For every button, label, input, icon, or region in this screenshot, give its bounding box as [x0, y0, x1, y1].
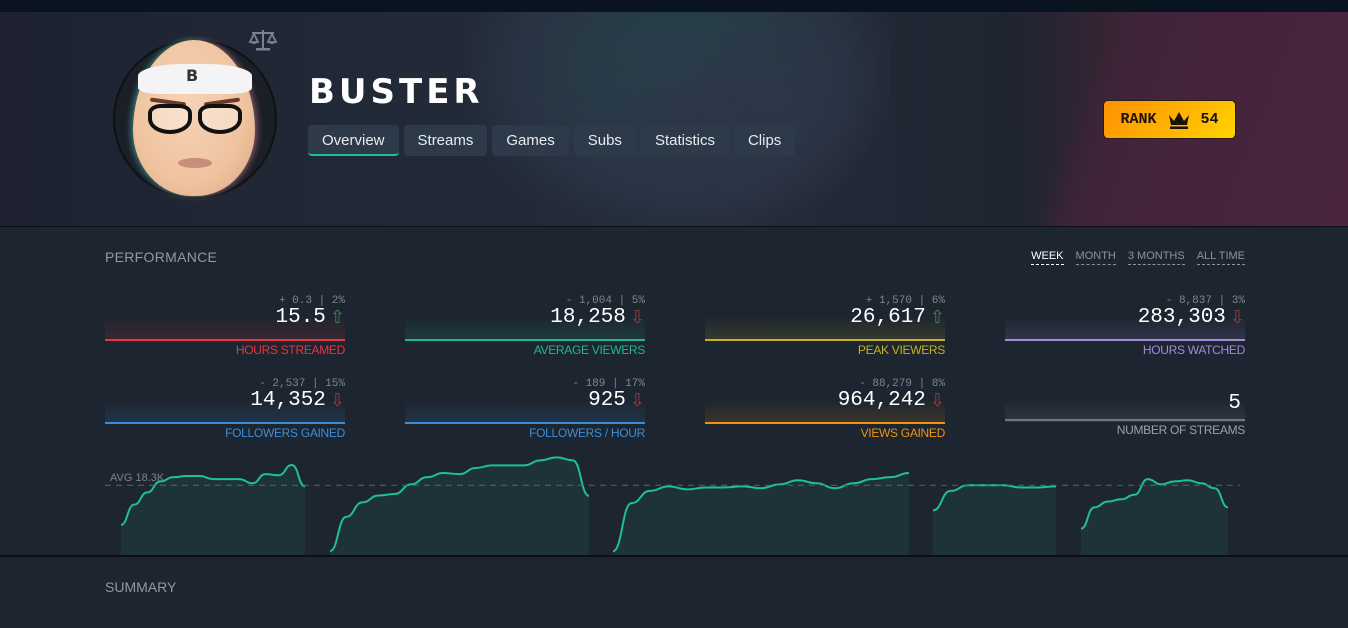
channel-name: BUSTER	[309, 72, 484, 112]
stat-underline	[1005, 419, 1245, 421]
glass-right	[198, 104, 242, 134]
stat-card: - 189 | 17% 925 ⇩ FOLLOWERS / HOUR	[405, 378, 645, 440]
stat-underline	[105, 339, 345, 341]
stat-card: - 2,537 | 15% 14,352 ⇩ FOLLOWERS GAINED	[105, 378, 345, 440]
stat-value: 925 ⇩	[588, 389, 645, 412]
avatar-letter: B	[186, 66, 199, 85]
avatar-mouth	[178, 158, 212, 168]
stat-card: + 0.3 | 2% 15.5 ⇧ HOURS STREAMED	[105, 295, 345, 357]
viewers-chart: AVG 18.3K	[105, 456, 1240, 555]
stat-label: HOURS STREAMED	[235, 343, 345, 357]
stat-underline	[1005, 339, 1245, 341]
tab-games[interactable]: Games	[492, 125, 569, 156]
period-3-months[interactable]: 3 MONTHS	[1127, 250, 1185, 265]
stat-number: 14,352	[250, 389, 326, 412]
period-week[interactable]: WEEK	[1031, 250, 1064, 265]
tab-streams[interactable]: Streams	[403, 125, 488, 156]
stat-card: - 1,004 | 5% 18,258 ⇩ AVERAGE VIEWERS	[405, 295, 645, 357]
stat-value: 964,242 ⇩	[838, 389, 945, 412]
stat-value: 283,303 ⇩	[1138, 306, 1245, 329]
stat-underline	[705, 339, 945, 341]
stat-label: NUMBER OF STREAMS	[1116, 423, 1246, 437]
stat-value: 14,352 ⇩	[250, 389, 345, 412]
stat-underline	[405, 422, 645, 424]
stat-underline	[105, 422, 345, 424]
stat-number: 15.5	[275, 306, 326, 329]
top-bar	[0, 0, 1348, 12]
tab-clips[interactable]: Clips	[733, 125, 796, 156]
stat-value: 26,617 ⇧	[850, 306, 945, 329]
average-label: AVG 18.3K	[110, 472, 165, 484]
stat-label: FOLLOWERS GAINED	[225, 426, 345, 440]
tab-overview[interactable]: Overview	[308, 125, 399, 156]
rank-label: RANK	[1120, 111, 1157, 128]
rank-badge[interactable]: RANK 54	[1103, 100, 1236, 139]
period-selector: WEEK MONTH 3 MONTHS ALL TIME	[1031, 250, 1245, 265]
stream-area	[1081, 479, 1228, 555]
stat-number: 283,303	[1137, 306, 1226, 329]
crown-icon	[1168, 111, 1189, 129]
tab-statistics[interactable]: Statistics	[640, 125, 729, 156]
stat-number: 925	[588, 389, 626, 412]
scale-icon[interactable]	[248, 28, 278, 52]
stat-label: VIEWS GAINED	[860, 426, 946, 440]
arrow-down-icon: ⇩	[629, 390, 645, 411]
arrow-down-icon: ⇩	[629, 307, 645, 328]
avatar-glasses	[148, 104, 242, 138]
stat-number: 5	[1228, 392, 1241, 415]
glass-left	[148, 104, 192, 134]
stat-card: + 1,570 | 6% 26,617 ⇧ PEAK VIEWERS	[705, 295, 945, 357]
arrow-down-icon: ⇩	[329, 390, 345, 411]
arrow-up-icon: ⇧	[329, 307, 345, 328]
stat-underline	[705, 422, 945, 424]
stat-label: FOLLOWERS / HOUR	[529, 426, 645, 440]
stat-underline	[405, 339, 645, 341]
arrow-down-icon: ⇩	[1229, 307, 1245, 328]
stat-value: 15.5 ⇧	[275, 306, 345, 329]
section-divider	[0, 555, 1348, 557]
stat-value: 5	[1228, 392, 1241, 415]
stat-card: 5 NUMBER OF STREAMS	[1005, 378, 1246, 437]
stat-label: PEAK VIEWERS	[857, 343, 945, 357]
performance-title: PERFORMANCE	[105, 249, 218, 265]
stat-card: - 88,279 | 8% 964,242 ⇩ VIEWS GAINED	[705, 378, 945, 440]
period-month[interactable]: MONTH	[1075, 250, 1116, 265]
summary-title: SUMMARY	[105, 579, 177, 595]
stat-value: 18,258 ⇩	[550, 306, 645, 329]
tab-subs[interactable]: Subs	[573, 125, 636, 156]
period-all-time[interactable]: ALL TIME	[1196, 250, 1245, 265]
arrow-down-icon: ⇩	[929, 390, 945, 411]
profile-tabs: Overview Streams Games Subs Statistics C…	[308, 125, 796, 156]
stat-number: 964,242	[837, 389, 926, 412]
arrow-up-icon: ⇧	[929, 307, 945, 328]
stat-label: HOURS WATCHED	[1142, 343, 1245, 357]
stream-area	[330, 457, 589, 555]
stat-number: 26,617	[850, 306, 926, 329]
stat-number: 18,258	[550, 306, 626, 329]
rank-value: 54	[1200, 111, 1219, 128]
stream-area	[933, 485, 1056, 555]
stat-card: - 8,837 | 3% 283,303 ⇩ HOURS WATCHED	[1005, 295, 1245, 357]
stat-label: AVERAGE VIEWERS	[533, 343, 646, 357]
